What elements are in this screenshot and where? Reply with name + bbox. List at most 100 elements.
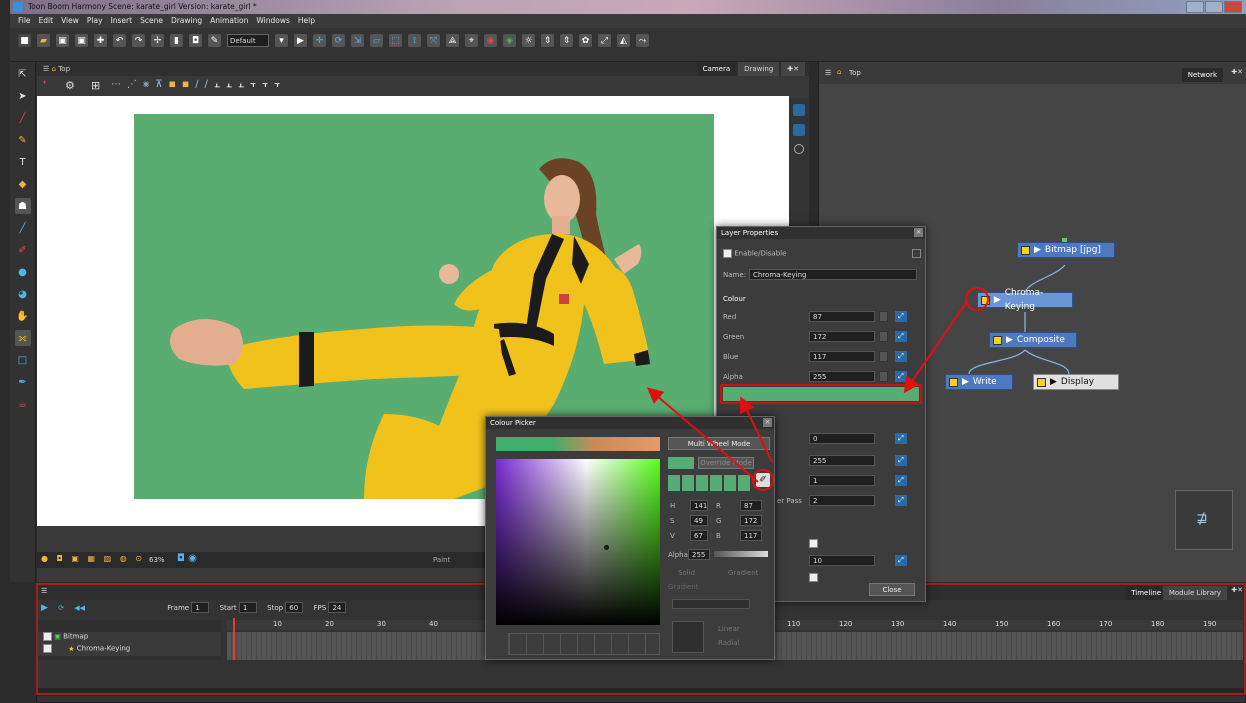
node-port-icon[interactable] xyxy=(993,335,1002,345)
pivot-tool-icon[interactable]: ● xyxy=(15,264,31,280)
layer-tools-icons[interactable]: ⋯⋰⨳⊼◾◾∕∕⫠⫠⫠⫟⫟⫟ xyxy=(111,79,286,90)
swatch-strip[interactable] xyxy=(668,475,752,491)
menu-play[interactable]: Play xyxy=(87,14,103,28)
open-icon[interactable]: ▰ xyxy=(37,34,50,47)
alpha-link-icon[interactable]: ⤢ xyxy=(895,371,907,382)
home-icon[interactable]: ⌂ xyxy=(52,65,56,73)
gear-icon[interactable]: ⚙ xyxy=(65,79,75,92)
multi-wheel-mode-button[interactable]: Multi Wheel Mode xyxy=(668,437,770,450)
option-checkbox-1[interactable] xyxy=(809,539,818,548)
flip-h-icon[interactable]: ⇕ xyxy=(541,34,554,47)
colour-history-bar[interactable] xyxy=(496,437,660,451)
green-spinner[interactable] xyxy=(879,331,888,342)
skew-icon[interactable]: ▱ xyxy=(370,34,383,47)
settings-icon[interactable]: ✿ xyxy=(579,34,592,47)
transform-tool-icon[interactable]: ⟗ xyxy=(14,330,31,346)
save-icon[interactable]: ▣ xyxy=(56,34,69,47)
menu-windows[interactable]: Windows xyxy=(256,14,289,28)
sound-icon[interactable]: ◀◀ xyxy=(74,604,85,612)
node-write[interactable]: ▶ Write xyxy=(945,374,1013,390)
green-link-icon[interactable]: ⤢ xyxy=(895,331,907,342)
field-a[interactable]: 0 xyxy=(809,433,875,444)
onion-icon[interactable]: ❜ xyxy=(43,80,46,91)
lock-icon[interactable]: ▮ xyxy=(170,34,183,47)
field-e-link-icon[interactable]: ⤢ xyxy=(895,555,907,566)
timeline-menu-icon[interactable]: ☰ xyxy=(41,587,47,595)
blue-link-icon[interactable]: ⤢ xyxy=(895,351,907,362)
node-composite[interactable]: ▶ Composite xyxy=(989,332,1077,348)
menu-view[interactable]: View xyxy=(61,14,79,28)
transform-icon[interactable]: ⬚ xyxy=(389,34,402,47)
picker-close-icon[interactable]: × xyxy=(763,418,772,427)
ink-tool-icon[interactable]: ◕ xyxy=(15,286,31,302)
move-icon[interactable]: ✛ xyxy=(313,34,326,47)
tab-module-library[interactable]: Module Library xyxy=(1162,586,1227,600)
import-icon[interactable]: ✚ xyxy=(94,34,107,47)
preview-icon[interactable]: ⤳ xyxy=(636,34,649,47)
field-b-link-icon[interactable]: ⤢ xyxy=(895,455,907,466)
b-field[interactable]: 117 xyxy=(740,530,762,541)
green-field[interactable]: 172 xyxy=(809,331,875,342)
radial-radio-label[interactable]: Radial xyxy=(718,639,740,647)
alpha-field[interactable]: 255 xyxy=(809,371,875,382)
r-field[interactable]: 87 xyxy=(740,500,762,511)
add-keyframe-icon[interactable]: ✢ xyxy=(151,34,164,47)
reset-view-icon[interactable] xyxy=(794,144,804,154)
node-port-icon[interactable] xyxy=(949,377,958,387)
line-tool-icon[interactable]: ╱ xyxy=(15,220,31,236)
fps-input[interactable]: 24 xyxy=(328,602,347,613)
tab-timeline[interactable]: Timeline xyxy=(1125,586,1167,600)
node-chroma-keying[interactable]: ▶ Chroma-Keying xyxy=(977,288,1073,312)
field-a-link-icon[interactable]: ⤢ xyxy=(895,433,907,444)
red-spinner[interactable] xyxy=(879,311,888,322)
close-button[interactable] xyxy=(1224,1,1242,13)
camera-mode-icon[interactable] xyxy=(793,104,805,116)
perspective-icon[interactable] xyxy=(793,124,805,136)
hand-tool-icon[interactable]: ✋ xyxy=(15,308,31,324)
preset-dropdown-icon[interactable]: ▾ xyxy=(275,34,288,47)
rotate-icon[interactable]: ⟳ xyxy=(332,34,345,47)
gradient-radio-label[interactable]: Gradient xyxy=(728,569,758,577)
field-d[interactable]: 2 xyxy=(809,495,875,506)
zoom-level[interactable]: 63% xyxy=(149,556,165,564)
view-mode-icons[interactable]: ◘ ◉ xyxy=(177,553,197,564)
redo-icon[interactable]: ↷ xyxy=(132,34,145,47)
layer-visible-checkbox[interactable] xyxy=(43,632,52,641)
feather-tool-icon[interactable]: ✒ xyxy=(15,374,31,390)
v-field[interactable]: 67 xyxy=(690,530,708,541)
camera-icon[interactable]: ◘ xyxy=(189,34,202,47)
tab-camera[interactable]: Camera xyxy=(696,62,737,76)
override-mode-button[interactable]: Override Mode xyxy=(698,457,754,469)
tab-drawing[interactable]: Drawing xyxy=(738,62,780,76)
rectangle-tool-icon[interactable]: □ xyxy=(15,352,31,368)
name-field[interactable]: Chroma-Keying xyxy=(749,269,917,280)
field-b[interactable]: 255 xyxy=(809,455,875,466)
timeline-add-tab-icon[interactable]: ✚✕ xyxy=(1231,586,1243,594)
alpha-slider[interactable] xyxy=(714,551,768,557)
teapot-tool-icon[interactable]: ☕ xyxy=(15,396,31,412)
ik-icon[interactable]: ⤧ xyxy=(427,34,440,47)
menu-animation[interactable]: Animation xyxy=(210,14,248,28)
field-d-link-icon[interactable]: ⤢ xyxy=(895,495,907,506)
undo-icon[interactable]: ↶ xyxy=(113,34,126,47)
extra-checkbox[interactable] xyxy=(912,249,921,258)
minimize-button[interactable] xyxy=(1186,1,1204,13)
menu-drawing[interactable]: Drawing xyxy=(171,14,202,28)
enable-checkbox[interactable] xyxy=(723,249,732,258)
stop-input[interactable]: 60 xyxy=(285,602,304,613)
menu-scene[interactable]: Scene xyxy=(140,14,163,28)
option-checkbox-2[interactable] xyxy=(809,573,818,582)
bone-icon[interactable]: ⟟ xyxy=(408,34,421,47)
zoom-icon[interactable]: ⤢ xyxy=(598,34,611,47)
linear-radio-label[interactable]: Linear xyxy=(718,625,740,633)
field-c-link-icon[interactable]: ⤢ xyxy=(895,475,907,486)
current-colour-swatch[interactable] xyxy=(668,457,694,469)
h-field[interactable]: 141 xyxy=(690,500,708,511)
scale-icon[interactable]: ⇲ xyxy=(351,34,364,47)
node-bitmap[interactable]: ▶ Bitmap [jpg] xyxy=(1017,242,1115,258)
new-scene-icon[interactable]: ■ xyxy=(18,34,31,47)
field-c[interactable]: 1 xyxy=(809,475,875,486)
menu-edit[interactable]: Edit xyxy=(39,14,54,28)
alpha-picker-field[interactable]: 255 xyxy=(688,549,710,560)
close-dialog-button[interactable]: Close xyxy=(869,583,915,596)
